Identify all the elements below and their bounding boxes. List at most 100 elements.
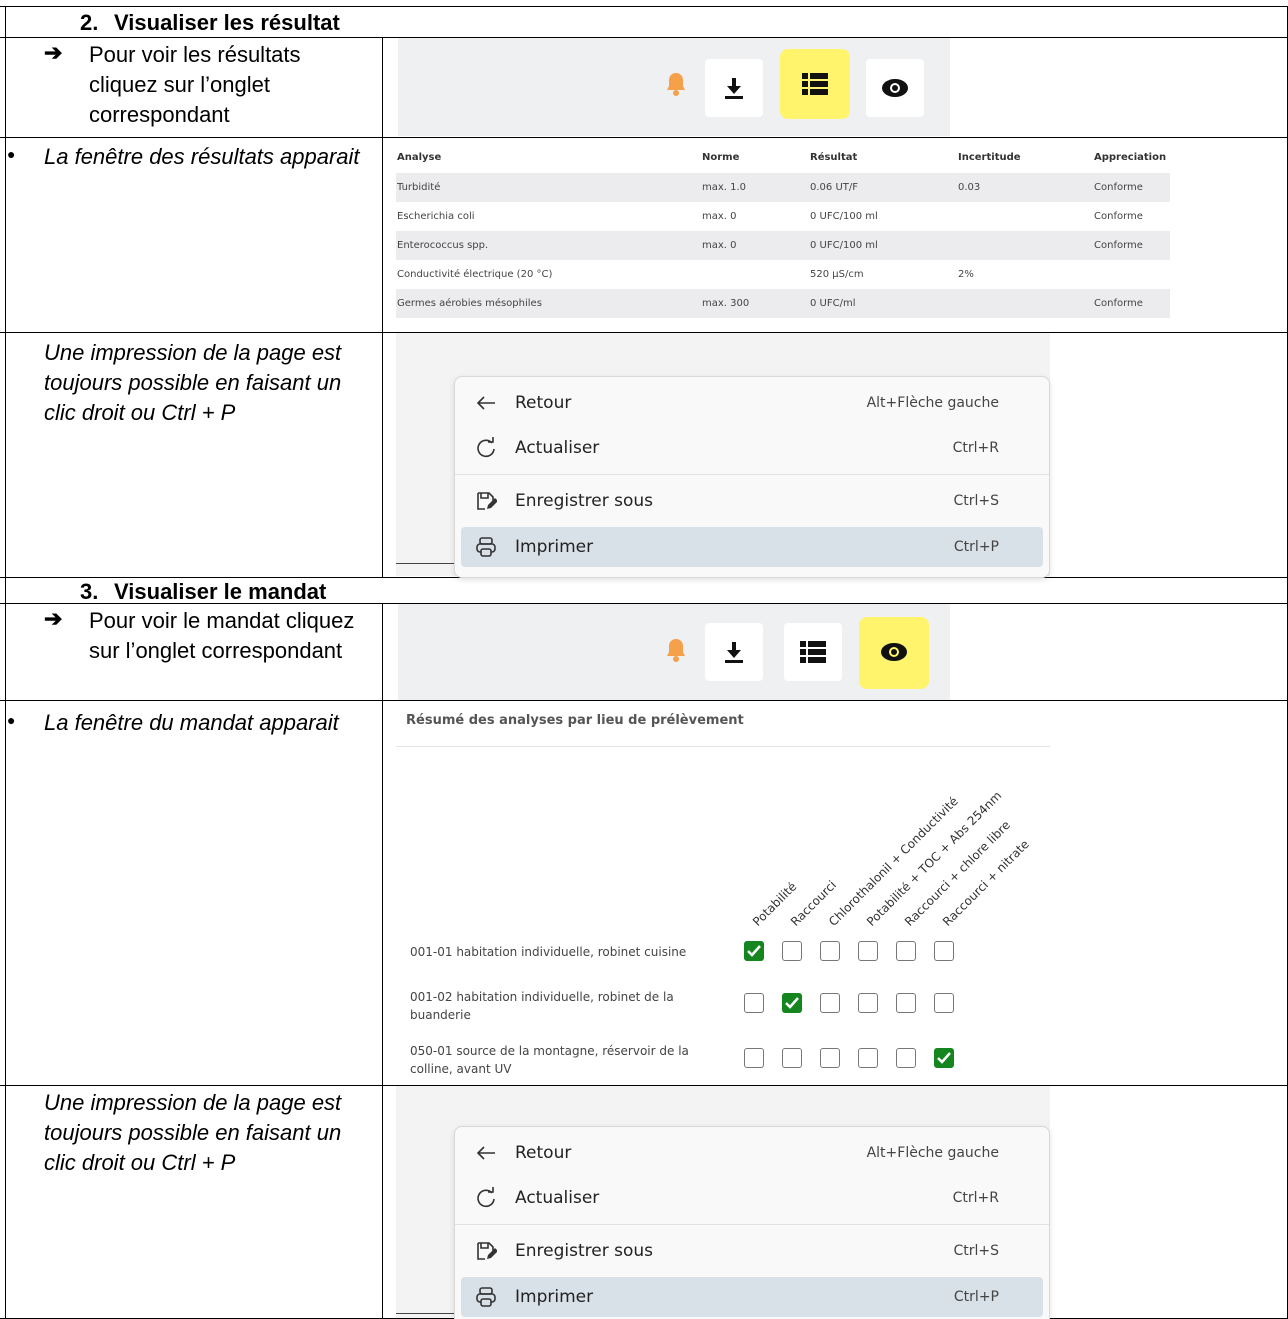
checkbox[interactable]	[934, 941, 954, 961]
download-icon	[725, 78, 743, 99]
menu-item-imprimer[interactable]: Imprimer Ctrl+P	[461, 1277, 1043, 1317]
checkbox[interactable]	[820, 993, 840, 1013]
cell: max. 0	[702, 240, 737, 251]
checkbox[interactable]	[858, 1048, 878, 1068]
sample-location-label: 001-01 habitation individuelle, robinet …	[410, 945, 687, 959]
menu-shortcut: Ctrl+R	[952, 1190, 999, 1206]
checkbox[interactable]	[820, 941, 840, 961]
results-table: Analyse Norme Résultat Incertitude Appre…	[396, 143, 1170, 321]
checkbox[interactable]	[820, 1048, 840, 1068]
bullet: ●	[7, 712, 16, 728]
menu-separator	[455, 1224, 1049, 1225]
menu-item-enregistrer-sous[interactable]: Enregistrer sous Ctrl+S	[461, 1231, 1043, 1271]
checkbox[interactable]	[858, 993, 878, 1013]
menu-item-actualiser[interactable]: Actualiser Ctrl+R	[461, 1178, 1043, 1218]
checkbox[interactable]	[782, 941, 802, 961]
checkbox[interactable]	[896, 1048, 916, 1068]
checkbox[interactable]	[744, 1048, 764, 1068]
results-list-button[interactable]	[786, 55, 844, 113]
printer-icon	[476, 537, 496, 557]
menu-item-enregistrer-sous[interactable]: Enregistrer sous Ctrl+S	[461, 481, 1043, 521]
cell: Escherichia coli	[397, 211, 475, 222]
checkbox-checked[interactable]	[934, 1048, 954, 1068]
menu-shortcut: Ctrl+S	[953, 493, 999, 509]
table-border	[382, 37, 383, 577]
results-list-button[interactable]	[784, 623, 842, 681]
header-incertitude: Incertitude	[958, 152, 1021, 163]
cell: Conforme	[1094, 211, 1143, 222]
mandate-view-button[interactable]	[865, 623, 923, 681]
section-2-window-note: La fenêtre des résultats apparait	[44, 144, 360, 169]
header-appreciation: Appreciation	[1094, 152, 1167, 163]
bell-icon[interactable]	[664, 71, 688, 102]
cell: max. 0	[702, 211, 737, 222]
cell: 0 UFC/100 ml	[810, 240, 878, 251]
eye-icon	[881, 643, 907, 661]
sample-location-label: 001-02 habitation individuelle, robinet …	[410, 990, 674, 1022]
menu-item-retour[interactable]: Retour Alt+Flèche gauche	[461, 1133, 1043, 1173]
cell: max. 1.0	[702, 182, 747, 193]
header-analyse: Analyse	[397, 152, 442, 163]
table-row: Germes aérobies mésophiles max. 300 0 UF…	[396, 289, 1170, 318]
list-icon	[800, 641, 826, 663]
eye-icon	[882, 79, 908, 97]
menu-item-actualiser[interactable]: Actualiser Ctrl+R	[461, 428, 1043, 468]
menu-label: Enregistrer sous	[515, 491, 653, 511]
download-button[interactable]	[705, 623, 763, 681]
checkbox[interactable]	[934, 993, 954, 1013]
table-border	[382, 603, 383, 1319]
section-2-title: 2. Visualiser les résultat	[80, 10, 340, 36]
cell: Conductivité électrique (20 °C)	[397, 269, 553, 280]
menu-shortcut: Ctrl+P	[953, 1289, 999, 1305]
mandate-title: Résumé des analyses par lieu de prélèvem…	[406, 713, 744, 728]
cell: Conforme	[1094, 298, 1143, 309]
checkbox[interactable]	[782, 1048, 802, 1068]
menu-item-imprimer[interactable]: Imprimer Ctrl+P	[461, 527, 1043, 567]
table-row: Conductivité électrique (20 °C) 520 µS/c…	[396, 260, 1170, 289]
arrow-right-icon: ➔	[44, 606, 63, 631]
checkbox[interactable]	[896, 941, 916, 961]
header-norme: Norme	[702, 152, 740, 163]
cell: 2%	[958, 269, 974, 280]
refresh-icon	[477, 437, 495, 458]
section-3-number: 3.	[80, 579, 99, 604]
cell: Conforme	[1094, 182, 1143, 193]
cell: 0.06 UT/F	[810, 182, 858, 193]
checkbox-checked[interactable]	[744, 941, 764, 961]
check-icon	[785, 997, 799, 1009]
menu-label: Retour	[515, 393, 572, 413]
arrow-left-icon	[476, 1146, 495, 1160]
menu-item-retour[interactable]: Retour Alt+Flèche gauche	[461, 383, 1043, 423]
menu-label: Imprimer	[515, 1287, 594, 1307]
table-row: Escherichia coli max. 0 0 UFC/100 ml Con…	[396, 202, 1170, 231]
toolbar	[398, 604, 950, 700]
menu-label: Actualiser	[515, 1188, 600, 1208]
check-icon	[937, 1052, 951, 1064]
cell: 0.03	[958, 182, 981, 193]
section-2-number: 2.	[80, 10, 99, 35]
section-2-title-text: Visualiser les résultat	[114, 10, 340, 35]
mandate-view-button[interactable]	[866, 59, 924, 117]
save-as-icon	[477, 492, 497, 510]
menu-label: Enregistrer sous	[515, 1241, 653, 1261]
table-border	[0, 6, 1288, 7]
mandate-panel: Résumé des analyses par lieu de prélèvem…	[396, 701, 1050, 1085]
table-row: Enterococcus spp. max. 0 0 UFC/100 ml Co…	[396, 231, 1170, 260]
menu-label: Imprimer	[515, 537, 594, 557]
menu-shortcut: Alt+Flèche gauche	[866, 395, 999, 411]
checkbox[interactable]	[896, 993, 916, 1013]
checkbox[interactable]	[744, 993, 764, 1013]
arrow-left-icon	[476, 396, 495, 410]
menu-shortcut: Ctrl+S	[953, 1243, 999, 1259]
bell-icon[interactable]	[664, 637, 688, 668]
divider	[396, 563, 458, 564]
printer-icon	[476, 1287, 496, 1307]
context-menu: Retour Alt+Flèche gauche Actualiser Ctrl…	[454, 1126, 1050, 1319]
download-button[interactable]	[705, 59, 763, 117]
menu-separator	[455, 474, 1049, 475]
cell: 520 µS/cm	[810, 269, 864, 280]
context-menu: Retour Alt+Flèche gauche Actualiser Ctrl…	[454, 376, 1050, 578]
checkbox[interactable]	[858, 941, 878, 961]
checkbox-checked[interactable]	[782, 993, 802, 1013]
menu-shortcut: Alt+Flèche gauche	[866, 1145, 999, 1161]
